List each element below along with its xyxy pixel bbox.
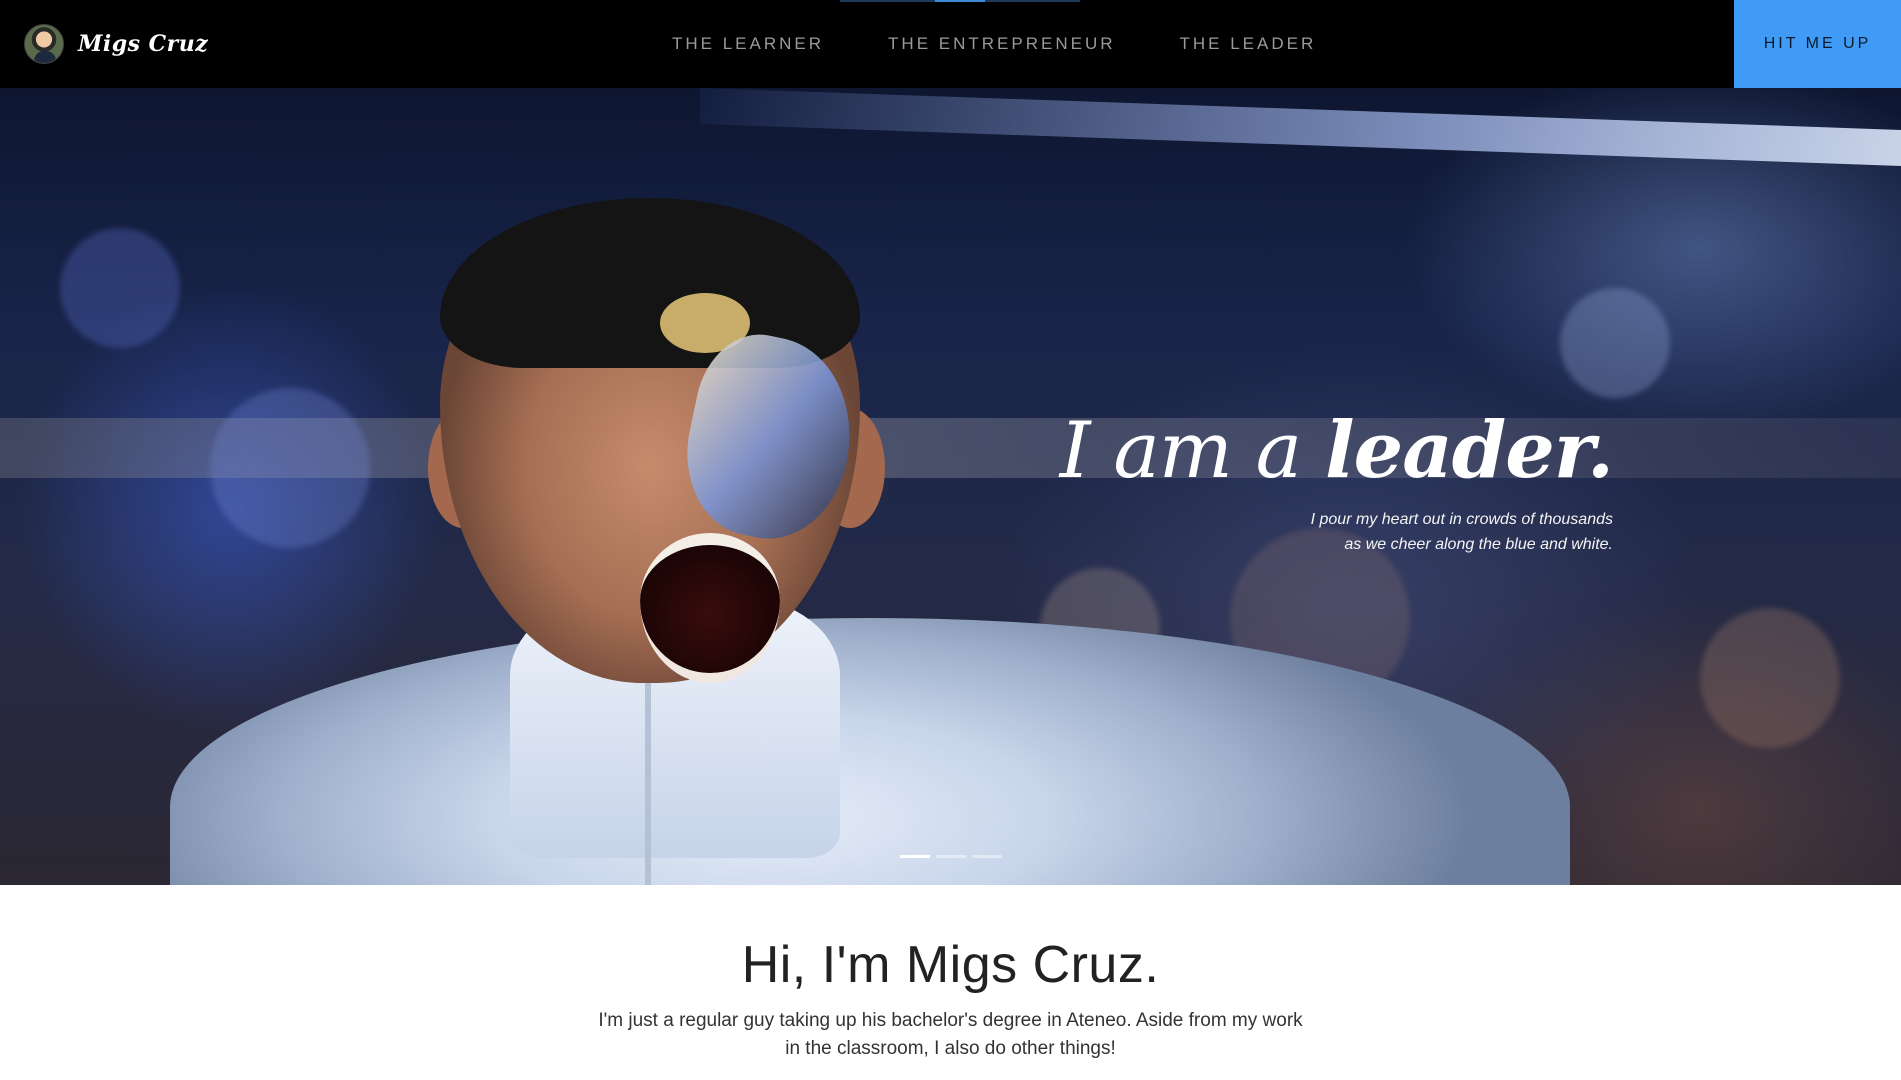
nav-link-leader[interactable]: THE LEADER [1148,0,1349,88]
hero-title: I am a leader. [1059,405,1614,496]
hero-title-period: . [1586,405,1614,496]
intro-text-line2: in the classroom, I also do other things… [785,1038,1116,1059]
hero-title-bold: leader [1324,405,1588,496]
intro-text-line1: I'm just a regular guy taking up his bac… [598,1010,1303,1031]
main-nav: THE LEARNER THE ENTREPRENEUR THE LEADER [648,0,1348,88]
nav-link-learner[interactable]: THE LEARNER [648,0,856,88]
hit-me-up-button[interactable]: HIT ME UP [1734,0,1901,88]
nav-link-entrepreneur[interactable]: THE ENTREPRENEUR [856,0,1147,88]
hero-bg-stripe [700,88,1901,166]
hero-bokeh [60,228,180,348]
carousel-indicator-1[interactable] [900,855,930,858]
brand-name: Migs Cruz [78,31,209,57]
hero-subtitle: I pour my heart out in crowds of thousan… [1060,507,1613,557]
hero-subtitle-line1: I pour my heart out in crowds of thousan… [1310,510,1613,528]
avatar [24,24,64,64]
carousel-indicators [900,855,1002,858]
carousel-indicator-3[interactable] [972,855,1002,858]
hero-carousel[interactable]: I am a leader. I pour my heart out in cr… [0,88,1901,885]
hero-subtitle-line2: as we cheer along the blue and white. [1344,535,1613,553]
intro-section: Hi, I'm Migs Cruz. I'm just a regular gu… [0,885,1901,1063]
intro-text: I'm just a regular guy taking up his bac… [566,1007,1336,1063]
hero-bokeh [1560,288,1670,398]
hero-title-light: I am a [1059,406,1325,496]
hero-caption: I am a leader. I pour my heart out in cr… [1059,405,1614,557]
carousel-indicator-2[interactable] [936,855,966,858]
person-zipper [645,648,651,885]
hero-bokeh [210,388,370,548]
hero-bokeh [1700,608,1840,748]
brand-link[interactable]: Migs Cruz [24,22,208,66]
navbar: Migs Cruz THE LEARNER THE ENTREPRENEUR T… [0,0,1901,88]
intro-title: Hi, I'm Migs Cruz. [741,936,1160,994]
